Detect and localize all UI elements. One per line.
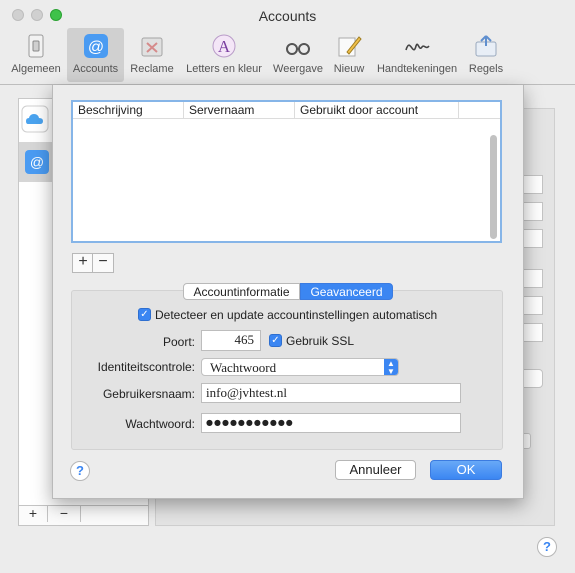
svg-text:A: A (218, 37, 231, 56)
auto-detect-label: Detecteer en update accountinstellingen … (155, 308, 438, 322)
add-account-button[interactable]: + (19, 505, 48, 522)
smtp-server-table[interactable]: Beschrijving Servernaam Gebruikt door ac… (71, 100, 502, 243)
cancel-button[interactable]: Annuleer (335, 460, 416, 480)
port-field[interactable]: 465 (201, 330, 261, 351)
svg-text:@: @ (30, 154, 44, 170)
auto-detect-checkbox[interactable]: ✓ (138, 308, 151, 321)
signature-icon (405, 43, 430, 51)
at-sign-icon: @ (25, 150, 49, 174)
username-field[interactable]: info@jvhtest.nl (201, 383, 461, 403)
password-field[interactable]: ●●●●●●●●●●● (201, 413, 461, 433)
glasses-icon (286, 43, 310, 55)
column-header-server-name[interactable]: Servernaam (184, 102, 295, 119)
account-row-icloud[interactable] (20, 104, 50, 134)
title-bar: Accounts (0, 0, 575, 28)
add-server-button[interactable]: + (72, 253, 94, 273)
settings-tabs: Accountinformatie Geavanceerd (183, 283, 393, 300)
password-label: Wachtwoord: (125, 417, 195, 431)
toolbar-item-general[interactable]: Algemeen (6, 28, 66, 82)
sheet-help-button[interactable]: ? (70, 461, 90, 481)
port-label: Poort: (162, 335, 195, 349)
toolbar-item-junk[interactable]: Reclame (127, 28, 177, 82)
ok-button[interactable]: OK (430, 460, 502, 480)
svg-text:@: @ (87, 39, 103, 56)
use-ssl-checkbox[interactable]: ✓ (269, 334, 282, 347)
tab-account-info[interactable]: Accountinformatie (183, 283, 300, 300)
column-header-description[interactable]: Beschrijving (73, 102, 184, 119)
server-add-remove-control: + − (72, 253, 114, 273)
background-help-button[interactable]: ? (537, 537, 557, 557)
font-color-icon: A (212, 34, 236, 58)
authentication-select-value: Wachtwoord (210, 360, 277, 375)
toolbar-item-viewing[interactable]: Weergave (270, 28, 326, 82)
column-header-used-by-account[interactable]: Gebruikt door account (295, 102, 459, 119)
toolbar-item-rules[interactable]: Regels (464, 28, 508, 82)
toolbar-item-composing[interactable]: Nieuw (328, 28, 370, 82)
username-label: Gebruikersnaam: (102, 387, 195, 401)
toolbar-item-signatures[interactable]: Handtekeningen (372, 28, 462, 82)
pencil-icon (338, 36, 362, 57)
remove-server-button[interactable]: − (92, 253, 114, 273)
toolbar-item-accounts[interactable]: @ Accounts (67, 28, 124, 82)
at-sign-icon: @ (83, 34, 108, 58)
column-header-filler (459, 102, 500, 119)
switch-icon (28, 34, 44, 58)
junk-bin-icon (141, 37, 163, 57)
authentication-label: Identiteitscontrole: (97, 360, 195, 374)
chevron-updown-icon: ▲ ▼ (384, 359, 398, 376)
tab-advanced[interactable]: Geavanceerd (300, 283, 393, 300)
cloud-icon (21, 105, 49, 133)
table-scrollbar[interactable] (490, 135, 497, 239)
rules-icon (475, 35, 497, 57)
remove-account-button[interactable]: − (48, 505, 81, 522)
toolbar-item-fonts-colors[interactable]: A Letters en kleur (180, 28, 268, 82)
use-ssl-label: Gebruik SSL (286, 334, 355, 348)
authentication-select[interactable]: Wachtwoord ▲ ▼ (201, 358, 399, 376)
account-row-selected[interactable]: @ (19, 142, 53, 182)
window-title: Accounts (258, 8, 317, 24)
